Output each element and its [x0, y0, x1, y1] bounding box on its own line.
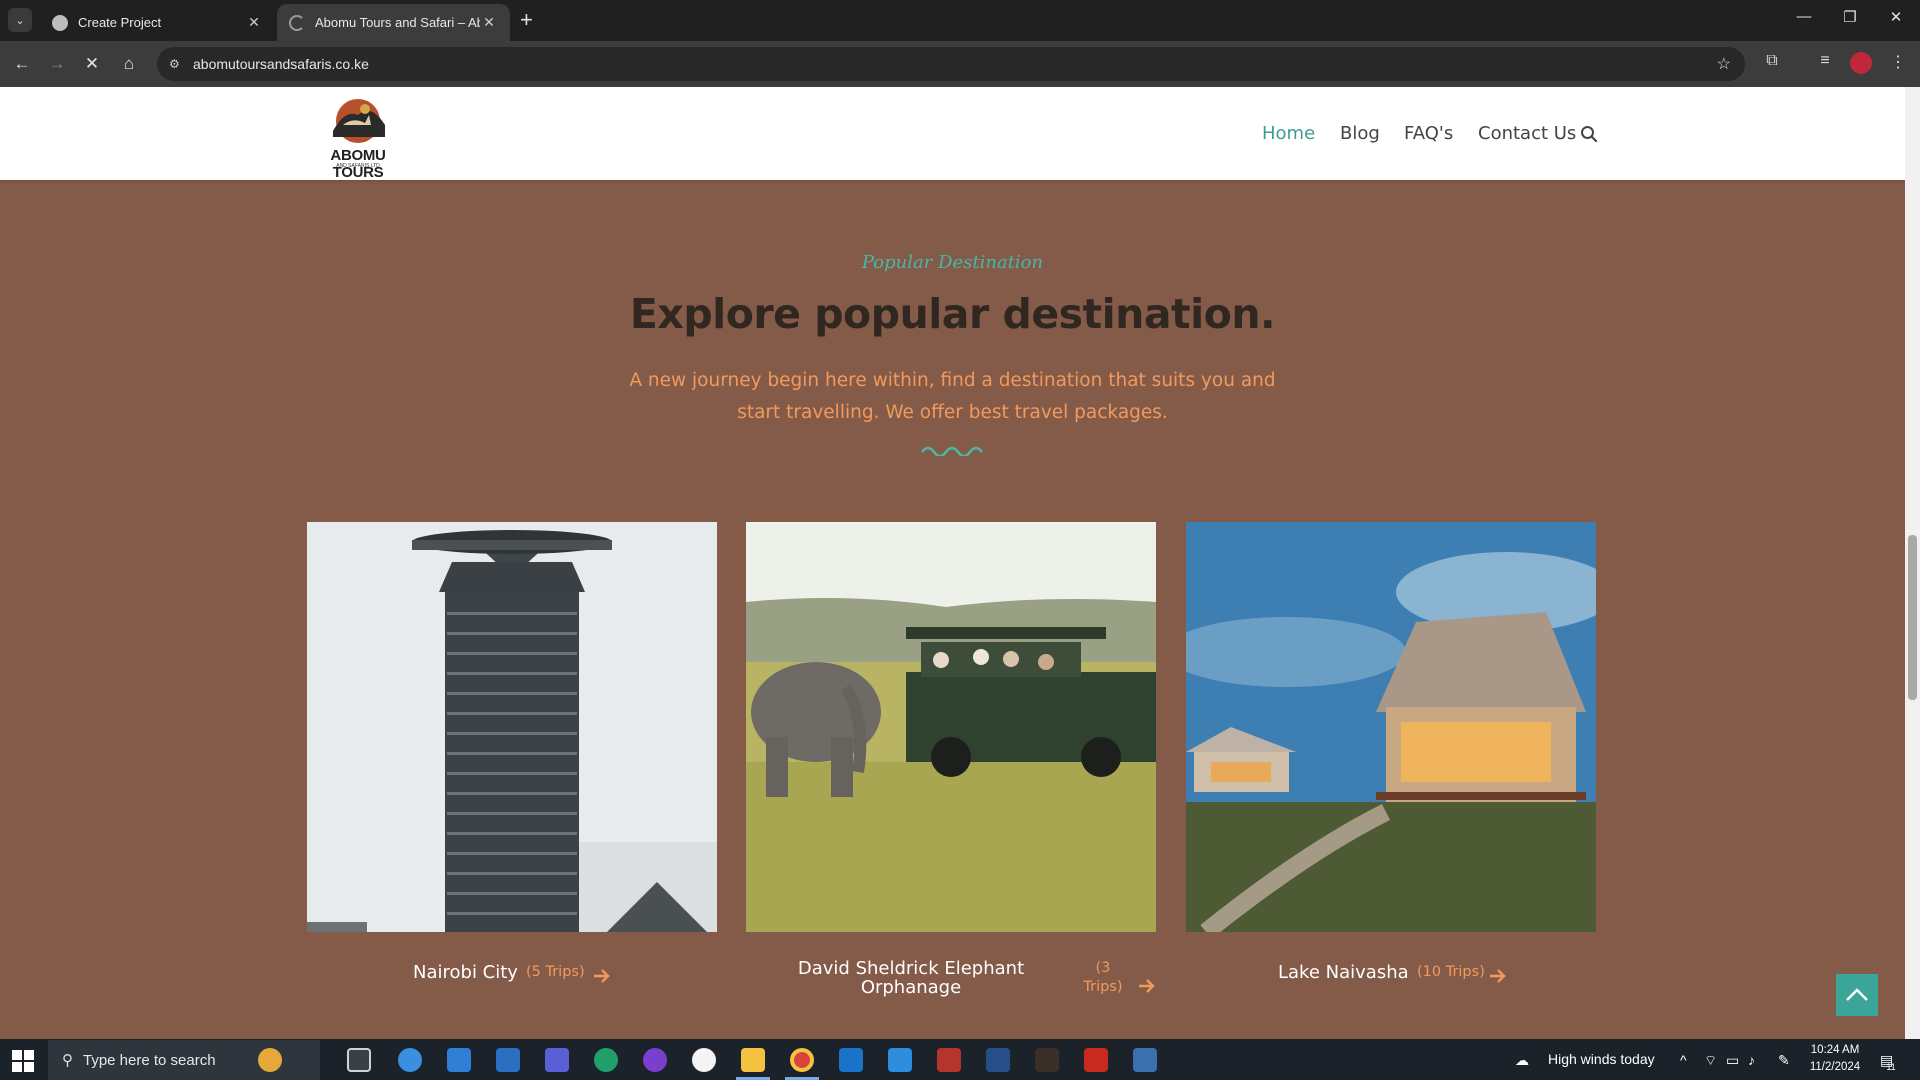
chrome-icon[interactable]	[790, 1048, 814, 1072]
back-button[interactable]: ←	[9, 51, 35, 77]
edge-icon[interactable]	[594, 1048, 618, 1072]
taskbar-search-placeholder: Type here to search	[83, 1051, 216, 1069]
volume-icon[interactable]: ♪	[1748, 1052, 1755, 1068]
windows-taskbar: ⚲ Type here to search ☁ High winds today…	[0, 1040, 1920, 1080]
clock-date[interactable]: 11/2/2024	[1800, 1061, 1870, 1073]
arrow-right-icon[interactable]	[1489, 968, 1507, 984]
extensions-icon[interactable]: ⧉	[1760, 52, 1784, 70]
section-heading: Explore popular destination.	[629, 290, 1276, 338]
profile-avatar[interactable]	[1850, 52, 1872, 74]
site-info-icon[interactable]: ⚙	[169, 57, 183, 71]
media-controls-icon[interactable]: ≡	[1813, 52, 1837, 70]
destination-name-naivasha[interactable]: Lake Naivasha	[1278, 962, 1409, 983]
minimize-icon[interactable]: —	[1789, 8, 1819, 25]
destination-image-naivasha[interactable]	[1186, 522, 1596, 932]
section-intro: A new journey begin here within, find a …	[629, 370, 1276, 423]
destination-trips-naivasha: (10 Trips)	[1417, 964, 1485, 980]
network-app-icon[interactable]	[1133, 1048, 1157, 1072]
media-app-icon[interactable]	[643, 1048, 667, 1072]
loading-spinner-icon	[289, 14, 305, 31]
chevron-up-icon[interactable]: ^	[1680, 1052, 1687, 1068]
nav-home[interactable]: Home	[1262, 123, 1315, 144]
site-logo[interactable]: ABOMU TOURS AND SAFARIS LTD	[305, 95, 411, 181]
home-button[interactable]: ⌂	[116, 51, 142, 77]
squiggle-divider-icon	[921, 446, 983, 456]
address-bar[interactable]: ⚙ abomutoursandsafaris.co.ke ☆	[157, 47, 1745, 81]
windows-start-icon[interactable]	[12, 1050, 34, 1072]
battery-icon[interactable]: ▭	[1726, 1052, 1739, 1069]
stop-loading-button[interactable]: ✕	[79, 51, 105, 77]
page-scrollbar[interactable]	[1905, 87, 1920, 1039]
app-icon[interactable]	[545, 1048, 569, 1072]
new-tab-button[interactable]: +	[520, 8, 533, 32]
clock-time[interactable]: 10:24 AM	[1800, 1044, 1870, 1056]
logo-subtext: AND SAFARIS LTD	[336, 163, 380, 169]
tab-abomu-tours[interactable]: Abomu Tours and Safari – Abom ✕	[277, 4, 510, 41]
nav-contact-us[interactable]: Contact Us	[1478, 123, 1576, 144]
tab-title: Abomu Tours and Safari – Abom	[315, 15, 480, 30]
close-tab-icon[interactable]: ✕	[245, 14, 263, 31]
tab-create-project[interactable]: Create Project ✕	[40, 4, 275, 41]
destination-trips-nairobi: (5 Trips)	[526, 964, 585, 980]
weather-text[interactable]: High winds today	[1548, 1051, 1655, 1067]
back-to-top-button[interactable]	[1836, 974, 1878, 1016]
url-text: abomutoursandsafaris.co.ke	[193, 56, 369, 72]
filezilla-icon[interactable]	[1084, 1048, 1108, 1072]
app-icon-2[interactable]	[1035, 1048, 1059, 1072]
destination-name-nairobi[interactable]: Nairobi City	[413, 962, 518, 983]
close-tab-icon[interactable]: ✕	[480, 14, 498, 31]
vscode-icon[interactable]	[888, 1048, 912, 1072]
chevron-up-icon	[1846, 988, 1868, 1001]
section-subtitle: Popular Destination	[861, 252, 1044, 273]
tab-favicon-icon	[52, 14, 68, 31]
nav-faqs[interactable]: FAQ's	[1404, 123, 1453, 144]
destination-trips-sheldrick: (3 Trips)	[1083, 960, 1123, 995]
arrow-right-icon[interactable]	[1138, 978, 1156, 994]
tab-search-button[interactable]: ⌄	[8, 8, 32, 32]
logo-emblem-icon	[333, 99, 385, 143]
pen-icon[interactable]: ✎	[1778, 1052, 1790, 1069]
nav-blog[interactable]: Blog	[1340, 123, 1380, 144]
sql-app-icon[interactable]	[986, 1048, 1010, 1072]
search-highlight-icon[interactable]	[258, 1048, 282, 1072]
tab-title: Create Project	[78, 15, 162, 30]
copilot-icon[interactable]	[398, 1048, 422, 1072]
destination-image-sheldrick[interactable]	[746, 522, 1156, 932]
site-header: ABOMU TOURS AND SAFARIS LTD Home Blog FA…	[0, 87, 1905, 181]
mail-icon[interactable]	[447, 1048, 471, 1072]
search-icon: ⚲	[62, 1052, 73, 1069]
close-window-icon[interactable]: ✕	[1881, 8, 1911, 26]
notification-count: 11	[1886, 1062, 1896, 1072]
forward-button[interactable]: →	[44, 51, 70, 77]
restore-icon[interactable]: ❐	[1835, 8, 1865, 26]
network-icon[interactable]: ⌔	[1704, 1052, 1717, 1070]
store-icon[interactable]	[496, 1048, 520, 1072]
destination-image-nairobi[interactable]	[307, 522, 717, 932]
scrollbar-thumb[interactable]	[1908, 535, 1917, 700]
bookmark-star-icon[interactable]: ☆	[1717, 54, 1731, 74]
browser-menu-icon[interactable]: ⋮	[1886, 52, 1910, 72]
weather-icon[interactable]: ☁	[1515, 1052, 1529, 1069]
news-icon[interactable]	[692, 1048, 716, 1072]
destination-name-sheldrick[interactable]: David Sheldrick Elephant Orphanage	[795, 959, 1027, 997]
task-view-icon[interactable]	[347, 1048, 371, 1072]
search-icon[interactable]	[1580, 125, 1598, 143]
outlook-icon[interactable]	[839, 1048, 863, 1072]
browser-tab-bar: ⌄ Create Project ✕ Abomu Tours and Safar…	[0, 0, 1920, 41]
browser-toolbar: ← → ✕ ⌂ ⚙ abomutoursandsafaris.co.ke ☆ ⧉…	[0, 41, 1920, 87]
app-grid-icon[interactable]	[937, 1048, 961, 1072]
file-explorer-icon[interactable]	[741, 1048, 765, 1072]
page-viewport: ABOMU TOURS AND SAFARIS LTD Home Blog FA…	[0, 87, 1905, 1039]
arrow-right-icon[interactable]	[593, 968, 611, 984]
